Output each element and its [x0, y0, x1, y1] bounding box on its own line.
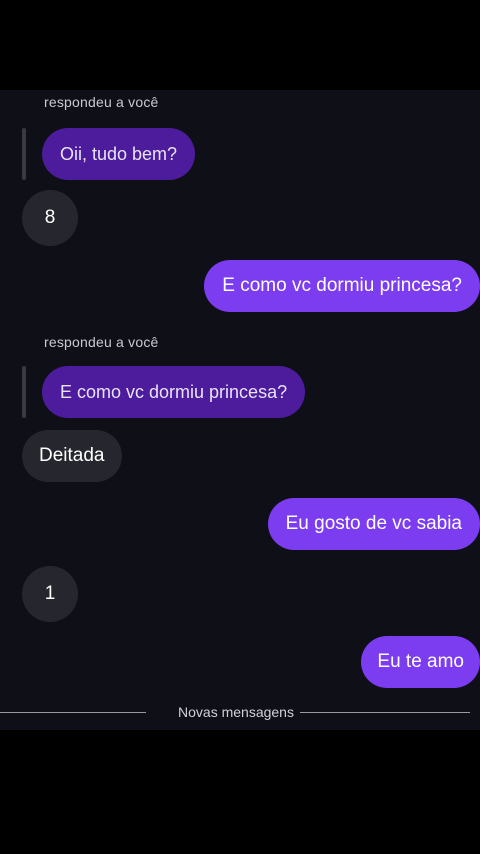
- received-message-bubble[interactable]: 8: [22, 190, 78, 246]
- received-message-bubble[interactable]: Deitada: [22, 430, 122, 482]
- received-message-bubble[interactable]: 1: [22, 566, 78, 622]
- chat-thread: respondeu a você Oii, tudo bem? 8 E como…: [0, 90, 480, 730]
- new-messages-divider-line-right: [300, 712, 470, 713]
- reply-caption: respondeu a você: [44, 94, 159, 110]
- sent-message-bubble[interactable]: Eu gosto de vc sabia: [267, 498, 480, 550]
- sent-message-bubble[interactable]: E como vc dormiu princesa?: [204, 260, 480, 312]
- sent-message-bubble[interactable]: Eu te amo: [361, 636, 480, 688]
- reply-indicator-bar: [22, 128, 26, 180]
- quoted-message-bubble[interactable]: Oii, tudo bem?: [42, 128, 196, 180]
- quoted-message-bubble[interactable]: E como vc dormiu princesa?: [42, 366, 306, 418]
- reply-indicator-bar: [22, 366, 26, 418]
- reply-caption: respondeu a você: [44, 334, 159, 350]
